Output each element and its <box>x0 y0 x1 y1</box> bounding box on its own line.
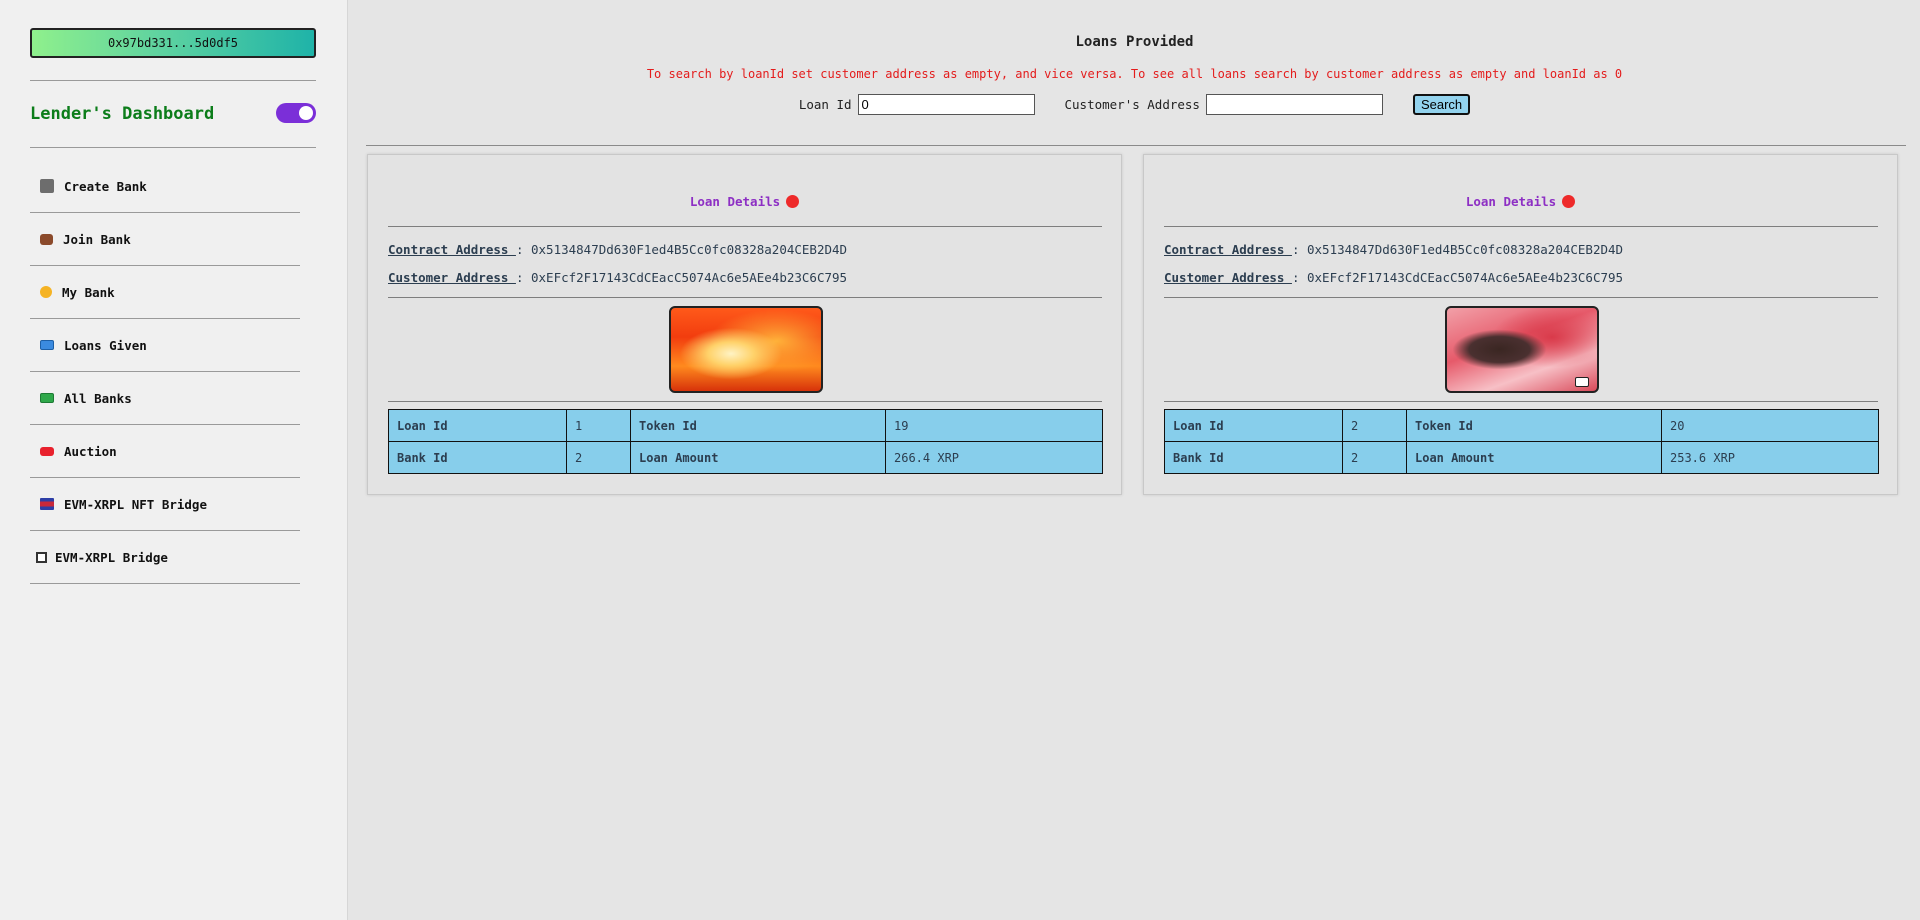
bank-id-label: Bank Id <box>388 441 567 474</box>
token-id-value: 19 <box>885 409 1103 442</box>
bank-id-value: 2 <box>1342 441 1407 474</box>
loan-amount-label: Loan Amount <box>630 441 886 474</box>
customer-address-label: Customer Address <box>388 270 516 285</box>
search-bar: Loan Id Customer's Address Search <box>349 94 1920 115</box>
nft-image <box>1445 306 1599 393</box>
customer-address-label: Customer Address <box>1164 270 1292 285</box>
sidebar-divider <box>30 147 316 148</box>
sidebar-item-label: Loans Given <box>64 337 147 353</box>
loan-details-table: Loan Id 1 Token Id 19 Bank Id 2 Loan Amo… <box>388 409 1103 474</box>
table-row: Loan Id 1 Token Id 19 <box>388 409 1103 442</box>
sidebar-item-label: EVM-XRPL NFT Bridge <box>64 496 207 512</box>
card-divider <box>388 297 1102 298</box>
theme-toggle[interactable] <box>276 103 316 123</box>
table-row: Loan Id 2 Token Id 20 <box>1164 409 1879 442</box>
loan-card-title: Loan Details <box>1465 194 1557 209</box>
loan-id-label: Loan Id <box>388 409 567 442</box>
sidebar-item-label: Create Bank <box>64 178 147 194</box>
table-row: Bank Id 2 Loan Amount 253.6 XRP <box>1164 441 1879 474</box>
loan-details-table: Loan Id 2 Token Id 20 Bank Id 2 Loan Amo… <box>1164 409 1879 474</box>
cn-logo-icon <box>1575 377 1589 387</box>
loan-card-header: Loan Details <box>1144 194 1897 209</box>
sidebar-item-label: All Banks <box>64 390 132 406</box>
customer-address-value: : 0xEFcf2F17143CdCEacC5074Ac6e5AEe4b23C6… <box>515 270 848 285</box>
sidebar-item-bridge[interactable]: EVM-XRPL Bridge <box>30 531 300 584</box>
sidebar-item-auction[interactable]: Auction <box>30 425 300 478</box>
sidebar-divider <box>30 80 316 81</box>
sidebar-item-label: EVM-XRPL Bridge <box>55 549 168 565</box>
sidebar-item-nft-bridge[interactable]: EVM-XRPL NFT Bridge <box>30 478 300 531</box>
contract-address-value: : 0x5134847Dd630F1ed4B5Cc0fc08328a204CEB… <box>515 242 848 257</box>
sidebar-nav: Create Bank Join Bank My Bank Loans Give… <box>30 160 300 584</box>
sidebar: 0x97bd331...5d0df5 Lender's Dashboard Cr… <box>0 0 348 920</box>
card-divider <box>1164 226 1878 227</box>
customer-address-row: Customer Address : 0xEFcf2F17143CdCEacC5… <box>388 270 847 285</box>
table-row: Bank Id 2 Loan Amount 266.4 XRP <box>388 441 1103 474</box>
dashboard-title: Lender's Dashboard <box>30 104 215 124</box>
loan-id-label: Loan Id <box>798 97 852 112</box>
toggle-knob <box>299 106 313 120</box>
card-divider <box>1164 297 1878 298</box>
sidebar-item-my-bank[interactable]: My Bank <box>30 266 300 319</box>
briefcase-icon <box>40 233 53 245</box>
contract-address-row: Contract Address : 0x5134847Dd630F1ed4B5… <box>388 242 847 257</box>
sidebar-item-loans-given[interactable]: Loans Given <box>30 319 300 372</box>
sidebar-item-label: Join Bank <box>63 231 131 247</box>
contract-address-value: : 0x5134847Dd630F1ed4B5Cc0fc08328a204CEB… <box>1291 242 1624 257</box>
loan-amount-value: 253.6 XRP <box>1661 441 1879 474</box>
loan-id-input[interactable] <box>857 94 1035 115</box>
loan-card: Loan Details Contract Address : 0x513484… <box>1143 154 1898 495</box>
customer-address-label: Customer's Address <box>1064 97 1200 112</box>
loan-id-value: 1 <box>566 409 631 442</box>
token-id-value: 20 <box>1661 409 1879 442</box>
wallet-address-button[interactable]: 0x97bd331...5d0df5 <box>30 28 316 58</box>
card-divider <box>1164 401 1878 402</box>
customer-address-row: Customer Address : 0xEFcf2F17143CdCEacC5… <box>1164 270 1623 285</box>
contract-address-label: Contract Address <box>388 242 516 257</box>
status-dot-icon <box>1562 195 1576 208</box>
loan-card: Loan Details Contract Address : 0x513484… <box>367 154 1122 495</box>
token-id-label: Token Id <box>1406 409 1662 442</box>
coin-icon <box>40 286 52 298</box>
loan-amount-value: 266.4 XRP <box>885 441 1103 474</box>
sidebar-item-join-bank[interactable]: Join Bank <box>30 213 300 266</box>
loan-card-title: Loan Details <box>689 194 781 209</box>
main-content: Loans Provided To search by loanId set c… <box>349 0 1920 920</box>
sidebar-item-label: Auction <box>64 443 117 459</box>
bank-id-label: Bank Id <box>1164 441 1343 474</box>
cash-icon <box>40 393 54 403</box>
card-icon <box>40 340 54 350</box>
loan-amount-label: Loan Amount <box>1406 441 1662 474</box>
main-divider <box>366 145 1906 146</box>
sidebar-item-label: My Bank <box>62 284 115 300</box>
search-button[interactable]: Search <box>1412 94 1471 115</box>
contract-address-row: Contract Address : 0x5134847Dd630F1ed4B5… <box>1164 242 1623 257</box>
auction-icon <box>40 446 54 456</box>
card-divider <box>388 401 1102 402</box>
customer-address-input[interactable] <box>1205 94 1383 115</box>
bank-icon <box>40 179 54 193</box>
loan-id-value: 2 <box>1342 409 1407 442</box>
contract-address-label: Contract Address <box>1164 242 1292 257</box>
customer-address-value: : 0xEFcf2F17143CdCEacC5074Ac6e5AEe4b23C6… <box>1291 270 1624 285</box>
card-divider <box>388 226 1102 227</box>
loan-id-label: Loan Id <box>1164 409 1343 442</box>
box-icon <box>36 551 47 563</box>
loan-card-header: Loan Details <box>368 194 1121 209</box>
page-title: Loans Provided <box>1075 34 1194 50</box>
flag-icon <box>40 498 54 510</box>
nft-image <box>669 306 823 393</box>
status-dot-icon <box>786 195 800 208</box>
sidebar-item-all-banks[interactable]: All Banks <box>30 372 300 425</box>
sidebar-item-create-bank[interactable]: Create Bank <box>30 160 300 213</box>
token-id-label: Token Id <box>630 409 886 442</box>
search-hint: To search by loanId set customer address… <box>646 67 1623 81</box>
bank-id-value: 2 <box>566 441 631 474</box>
